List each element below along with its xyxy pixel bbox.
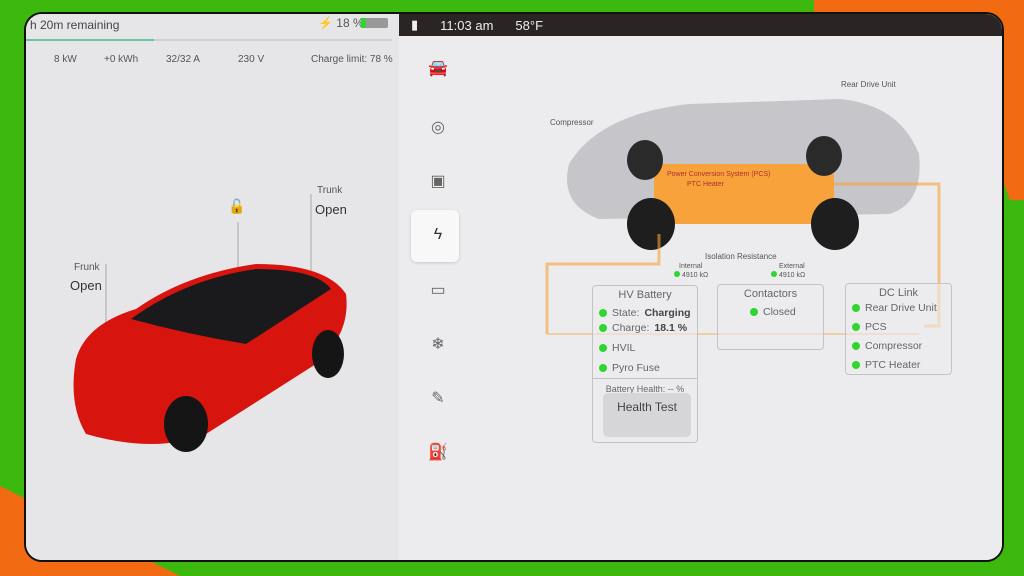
contactors-state: Closed (750, 306, 823, 318)
battery-percent: ⚡ 18 % (318, 16, 364, 30)
car-icon[interactable]: 🚘 (423, 53, 453, 83)
charge-limit[interactable]: Charge limit: 78 % (311, 54, 393, 65)
contactors-title: Contactors (743, 288, 798, 300)
rear-drive-unit-label: Rear Drive Unit (841, 80, 896, 89)
contactors-card: Contactors Closed (717, 284, 824, 350)
compressor-label: Compressor (550, 118, 594, 127)
state-row: State: Charging (599, 307, 697, 319)
external-value: 4910 kΩ (771, 271, 805, 279)
dc-link-item: Compressor (852, 340, 951, 352)
hv-battery-title: HV Battery (618, 289, 672, 301)
internal-label: Internal (679, 263, 703, 270)
dc-link-item: Rear Drive Unit (852, 302, 951, 314)
service-panel: ▮ 11:03 am 58°F 🚘 ◎ ▣ ϟ ▭ ❄ ✎ ⛽ Compress… (399, 14, 1002, 560)
charging-panel: h 20m remaining ⚡ 18 % 8 kW +0 kWh 32/32… (26, 14, 399, 560)
hvil-row: HVIL (599, 342, 697, 354)
clock: 11:03 am (440, 17, 494, 33)
dc-link-card: DC Link Rear Drive Unit PCS Compressor P… (845, 283, 952, 375)
dc-link-title: DC Link (878, 287, 919, 299)
power-stat: 8 kW (54, 54, 77, 65)
snowflake-icon[interactable]: ❄ (423, 329, 453, 359)
health-test-button[interactable]: Health Test (603, 393, 691, 437)
pyro-row: Pyro Fuse (599, 362, 697, 374)
car-image (73, 194, 347, 452)
current-stat: 32/32 A (166, 54, 200, 65)
touchscreen: h 20m remaining ⚡ 18 % 8 kW +0 kWh 32/32… (24, 12, 1004, 562)
energy-stat: +0 kWh (104, 54, 139, 65)
hv-battery-card: HV Battery State: Charging Charge: 18.1 % … (592, 285, 698, 443)
status-bar: ▮ 11:03 am 58°F (399, 14, 1002, 36)
voltage-stat: 230 V (238, 54, 265, 65)
chip-icon[interactable]: ▣ (423, 166, 453, 196)
dc-link-item: PTC Heater (852, 359, 951, 371)
charge-progress (26, 39, 392, 41)
dc-link-item: PCS (852, 321, 951, 333)
fuel-door-icon[interactable]: ⛽ (423, 437, 453, 467)
phone-key-icon: ▮ (411, 17, 419, 32)
battery-icon (361, 18, 388, 28)
steering-wheel-icon[interactable]: ◎ (423, 112, 453, 142)
external-label: External (779, 263, 805, 270)
bolt-icon: ⚡ (318, 16, 333, 30)
battery-icon[interactable]: ▭ (423, 275, 453, 305)
time-remaining: h 20m remaining (30, 18, 120, 32)
wrench-icon[interactable]: ✎ (423, 383, 453, 413)
isolation-label: Isolation Resistance (705, 252, 777, 261)
charge-row: Charge: 18.1 % (599, 322, 697, 334)
ptc-label: PTC Heater (687, 181, 724, 188)
internal-value: 4910 kΩ (674, 271, 708, 279)
temperature: 58°F (515, 17, 544, 33)
bolt-icon[interactable]: ϟ (423, 220, 453, 250)
pcs-label: Power Conversion System (PCS) (667, 171, 771, 178)
